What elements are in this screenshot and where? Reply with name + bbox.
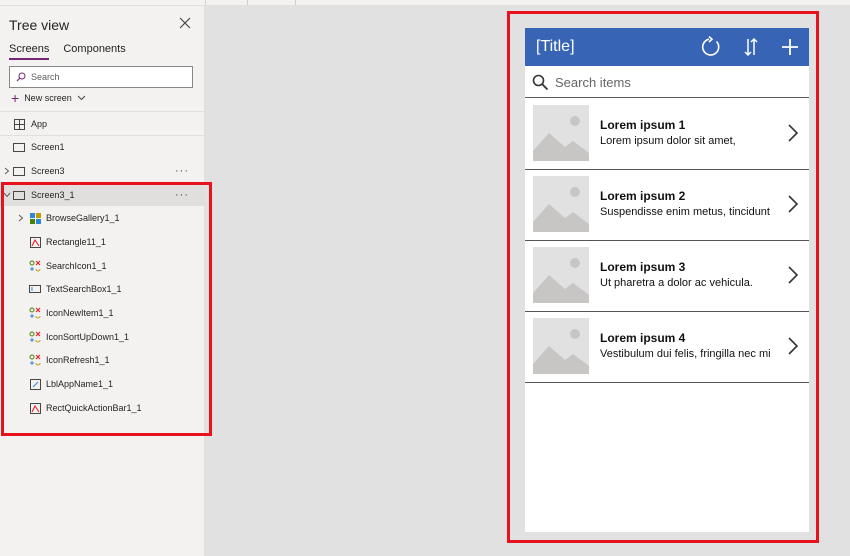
tree-item-label: Screen3 [31,166,65,176]
item-subtitle: Lorem ipsum dolor sit amet, [600,135,736,147]
item-title: Lorem ipsum 1 [600,118,686,132]
label-icon [29,378,41,390]
tree-item-screen3[interactable]: Screen3 ··· [0,160,204,182]
screen-icon [13,165,25,177]
chevron-right-icon[interactable] [787,336,799,356]
tree-item-screen1[interactable]: Screen1 [0,136,204,158]
search-bar [525,66,809,98]
tree-item-label: SearchIcon1_1 [46,261,107,271]
tree-item-rectquickactionbar[interactable]: RectQuickActionBar1_1 [0,397,204,419]
icon-control-icon [29,331,41,343]
tree-item-label: TextSearchBox1_1 [46,284,122,294]
tree-item-label: Screen3_1 [31,190,75,200]
tree-item-label: IconNewItem1_1 [46,308,114,318]
tree-search-input[interactable]: Search [9,66,193,88]
tree-item-screen3-1[interactable]: Screen3_1 ··· [0,184,204,206]
tree-search-placeholder: Search [31,72,60,82]
tree-item-browsegallery[interactable]: BrowseGallery1_1 [0,207,204,229]
gallery-item[interactable]: Lorem ipsum 4 Vestibulum dui felis, frin… [525,312,809,383]
item-title: Lorem ipsum 2 [600,189,686,203]
tab-components[interactable]: Components [63,43,125,60]
tree-item-label: App [31,119,48,129]
search-icon [16,72,26,82]
plus-icon: + [11,90,20,106]
tree-item-label: Screen1 [31,142,65,152]
sort-up-down-icon[interactable] [740,36,762,58]
textbox-icon [29,283,41,295]
rectangle-icon [29,402,41,414]
tree-view-panel: Tree view Screens Components Search + Ne… [0,6,205,556]
tree-item-label: Rectangle11_1 [46,237,106,247]
chevron-right-icon[interactable] [4,167,10,175]
search-items-input[interactable] [555,72,795,92]
tab-divider [205,0,206,5]
item-subtitle: Ut pharetra a dolor ac vehicula. [600,277,753,289]
tree-item-rectangle11[interactable]: Rectangle11_1 [0,231,204,253]
more-options-icon[interactable]: ··· [175,166,189,177]
app-title: [Title] [536,38,575,55]
new-screen-label: New screen [24,93,72,103]
plus-icon[interactable] [779,36,801,58]
new-screen-button[interactable]: + New screen [11,90,86,106]
tree-tabs: Screens Components [9,43,126,60]
close-icon[interactable] [178,16,192,30]
image-placeholder-icon [533,318,589,374]
app-canvas: [Title] Lorem ipsum 1 Lorem ipsum dolor … [525,28,809,532]
image-placeholder-icon [533,247,589,303]
gallery-item[interactable]: Lorem ipsum 2 Suspendisse enim metus, ti… [525,170,809,241]
screen-icon [13,141,25,153]
item-subtitle: Suspendisse enim metus, tincidunt [600,206,770,218]
tree-item-label: BrowseGallery1_1 [46,213,120,223]
gallery-icon [29,212,41,224]
icon-control-icon [29,307,41,319]
image-placeholder-icon [533,176,589,232]
chevron-down-icon[interactable] [3,192,11,198]
gallery-item[interactable]: Lorem ipsum 3 Ut pharetra a dolor ac veh… [525,241,809,312]
tree-item-label: LblAppName1_1 [46,379,114,389]
tree-item-searchicon[interactable]: SearchIcon1_1 [0,255,204,277]
chevron-right-icon[interactable] [787,123,799,143]
tree-item-lblappname[interactable]: LblAppName1_1 [0,373,204,395]
gallery-item[interactable]: Lorem ipsum 1 Lorem ipsum dolor sit amet… [525,99,809,170]
tab-divider [247,0,248,5]
more-options-icon[interactable]: ··· [175,190,189,201]
tree-item-app[interactable]: App [0,113,204,135]
browse-gallery: Lorem ipsum 1 Lorem ipsum dolor sit amet… [525,99,809,383]
chevron-right-icon[interactable] [18,214,24,222]
tree-item-iconnewitem[interactable]: IconNewItem1_1 [0,302,204,324]
title-bar: [Title] [525,28,809,66]
screen-icon [13,189,25,201]
tree-item-textsearchbox[interactable]: TextSearchBox1_1 [0,278,204,300]
tab-screens[interactable]: Screens [9,43,50,60]
tree-item-iconrefresh[interactable]: IconRefresh1_1 [0,349,204,371]
tree-item-label: RectQuickActionBar1_1 [46,403,142,413]
divider [0,111,204,112]
app-icon [13,118,25,130]
chevron-down-icon [77,95,86,101]
tree-item-label: IconRefresh1_1 [46,355,110,365]
image-placeholder-icon [533,105,589,161]
icon-control-icon [29,354,41,366]
item-title: Lorem ipsum 3 [600,260,686,274]
item-title: Lorem ipsum 4 [600,331,686,345]
chevron-right-icon[interactable] [787,194,799,214]
tree-view-title: Tree view [9,17,70,33]
item-subtitle: Vestibulum dui felis, fringilla nec mi [600,348,771,360]
tree-item-label: IconSortUpDown1_1 [46,332,130,342]
chevron-right-icon[interactable] [787,265,799,285]
rectangle-icon [29,236,41,248]
search-icon[interactable] [532,74,549,91]
icon-control-icon [29,260,41,272]
tab-divider [295,0,296,5]
refresh-icon[interactable] [700,36,722,58]
tree-item-iconsortupdown[interactable]: IconSortUpDown1_1 [0,326,204,348]
